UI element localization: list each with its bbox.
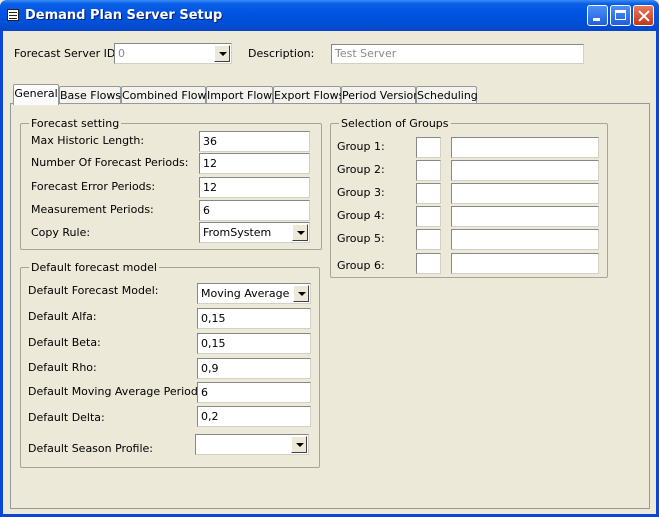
chevron-down-icon[interactable] [291,436,307,453]
default-rho-field[interactable]: 0,9 [197,358,311,379]
measurement-periods-field[interactable]: 6 [199,200,310,221]
group-2-name-field[interactable] [451,160,599,181]
group-4-code-field[interactable] [416,206,441,227]
server-id-value: 0 [118,47,125,60]
forecast-error-periods-field[interactable]: 12 [199,177,310,198]
default-alfa-field[interactable]: 0,15 [197,308,311,329]
chevron-down-icon[interactable] [292,224,308,241]
group-1-label: Group 1: [337,140,385,153]
chevron-down-icon[interactable] [214,45,230,62]
default-forecast-model-label: Default Forecast Model: [28,284,159,297]
tab-general[interactable]: General [13,84,59,105]
copy-rule-select[interactable]: FromSystem [199,222,310,243]
forecast-periods-label: Number Of Forecast Periods: [31,156,189,169]
description-value: Test Server [335,47,397,60]
default-beta-field[interactable]: 0,15 [197,333,311,354]
chevron-down-icon[interactable] [293,285,309,302]
tab-period-version[interactable]: Period Version [341,86,420,104]
group-6-code-field[interactable] [416,253,441,274]
default-beta-label: Default Beta: [28,336,101,349]
forecast-setting-title: Forecast setting [29,117,122,130]
group-5-label: Group 5: [337,232,385,245]
group-6-name-field[interactable] [451,253,599,274]
default-season-profile-select[interactable] [195,434,309,455]
group-2-label: Group 2: [337,163,385,176]
group-3-name-field[interactable] [451,183,599,204]
default-forecast-model-select[interactable]: Moving Average [197,283,311,304]
group-4-name-field[interactable] [451,206,599,227]
group-3-label: Group 3: [337,186,385,199]
description-field[interactable]: Test Server [331,44,584,64]
server-id-label: Forecast Server ID: [14,47,120,60]
tab-combined-flows[interactable]: Combined Flows [121,86,212,104]
group-1-name-field[interactable] [451,137,599,158]
title-bar[interactable]: Demand Plan Server Setup [0,0,659,31]
tab-import-flows[interactable]: Import Flows [206,86,278,104]
forecast-error-periods-label: Forecast Error Periods: [31,180,156,193]
max-historic-length-field[interactable]: 36 [199,131,310,152]
tab-scheduling[interactable]: Scheduling [416,86,478,104]
forecast-periods-field[interactable]: 12 [199,153,310,174]
app-icon[interactable] [7,9,19,21]
copy-rule-label: Copy Rule: [31,226,91,239]
description-label: Description: [248,47,315,60]
group-6-label: Group 6: [337,259,385,272]
default-ma-periods-label: Default Moving Average Periods: [28,385,208,398]
group-4-label: Group 4: [337,209,385,222]
max-historic-length-label: Max Historic Length: [31,134,145,147]
group-5-code-field[interactable] [416,229,441,250]
tab-base-flows[interactable]: Base Flows [59,86,121,104]
default-model-title: Default forecast model [29,261,159,274]
group-1-code-field[interactable] [416,137,441,158]
maximize-button[interactable] [610,5,631,26]
close-button[interactable] [633,5,654,26]
default-season-profile-label: Default Season Profile: [28,442,154,455]
server-id-select[interactable]: 0 [114,43,232,64]
window-title: Demand Plan Server Setup [25,8,223,23]
default-rho-label: Default Rho: [28,361,97,374]
selection-of-groups-title: Selection of Groups [339,117,451,130]
group-3-code-field[interactable] [416,183,441,204]
default-delta-field[interactable]: 0,2 [197,406,311,427]
group-5-name-field[interactable] [451,229,599,250]
default-delta-label: Default Delta: [28,411,105,424]
group-2-code-field[interactable] [416,160,441,181]
default-alfa-label: Default Alfa: [28,310,97,323]
tab-export-flows[interactable]: Export Flows [273,86,344,104]
measurement-periods-label: Measurement Periods: [31,203,154,216]
minimize-button[interactable] [587,5,608,26]
default-ma-periods-field[interactable]: 6 [197,382,311,403]
